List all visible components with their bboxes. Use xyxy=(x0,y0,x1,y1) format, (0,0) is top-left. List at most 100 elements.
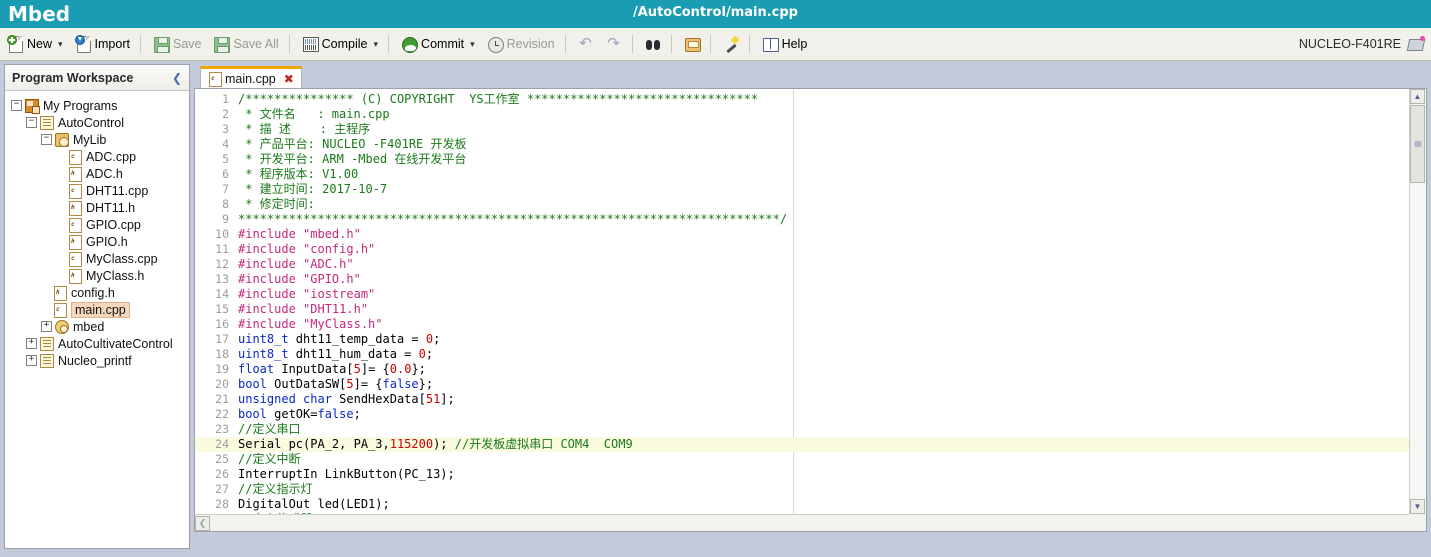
toolbar-separator xyxy=(670,35,672,53)
editor-area: c main.cpp ✖ 1 /*************** (C) COPYR… xyxy=(194,64,1427,549)
scroll-left-button[interactable]: ❮ xyxy=(195,516,210,531)
chevron-left-icon[interactable]: ❮ xyxy=(172,71,182,85)
code-token: ; xyxy=(433,332,441,346)
expand-icon[interactable]: + xyxy=(41,321,52,332)
code-line[interactable]: 15 #include "DHT11.h" xyxy=(195,302,1409,317)
collapse-icon[interactable]: − xyxy=(11,100,22,111)
code-line[interactable]: 1 /*************** (C) COPYRIGHT YS工作室 **… xyxy=(195,92,1409,107)
redo-icon: ↷ xyxy=(607,35,620,52)
new-button[interactable]: New ▾ xyxy=(2,31,68,57)
compile-button[interactable]: Compile ▾ xyxy=(297,31,383,57)
import-button[interactable]: Import xyxy=(70,31,135,57)
code-line[interactable]: 24 Serial pc(PA_2, PA_3,115200); //开发板虚拟串… xyxy=(195,437,1409,452)
revision-button[interactable]: Revision xyxy=(482,31,560,57)
code-token: 51 xyxy=(425,392,441,406)
scroll-up-button[interactable]: ▲ xyxy=(1410,89,1425,104)
code-line[interactable]: 20 bool OutDataSW[5]= {false}; xyxy=(195,377,1409,392)
code-token: * 文件名 : main.cpp xyxy=(238,107,390,121)
horizontal-scrollbar[interactable]: ❮ xyxy=(195,514,1409,531)
code-line[interactable]: 3 * 描 述 : 主程序 xyxy=(195,122,1409,137)
help-button[interactable]: Help xyxy=(757,31,813,57)
tree-item-gpio-h[interactable]: h GPIO.h xyxy=(11,233,189,250)
chevron-down-icon[interactable]: ▾ xyxy=(58,39,63,49)
format-button[interactable] xyxy=(679,31,705,57)
code-line[interactable]: 13 #include "GPIO.h" xyxy=(195,272,1409,287)
code-editor-pane[interactable]: 1 /*************** (C) COPYRIGHT YS工作室 **… xyxy=(194,88,1427,532)
code-token: InputData[ xyxy=(274,362,354,376)
undo-button[interactable]: ↶ xyxy=(573,31,599,57)
line-number: 18 xyxy=(215,347,229,361)
code-line[interactable]: 12 #include "ADC.h" xyxy=(195,257,1409,272)
code-token: 5 xyxy=(353,362,361,376)
code-line[interactable]: 2 * 文件名 : main.cpp xyxy=(195,107,1409,122)
code-line[interactable]: 11 #include "config.h" xyxy=(195,242,1409,257)
project-icon xyxy=(40,336,54,351)
code-line[interactable]: 19 float InputData[5]= {0.0}; xyxy=(195,362,1409,377)
save-all-button[interactable]: Save All xyxy=(208,31,283,57)
code-token: uint8_t xyxy=(238,332,289,346)
tree-item-myclass-cpp[interactable]: c MyClass.cpp xyxy=(11,250,189,267)
code-line[interactable]: 23 //定义串口 xyxy=(195,422,1409,437)
code-line[interactable]: 9 ***************************************… xyxy=(195,212,1409,227)
tree-item-autocontrol[interactable]: − AutoControl xyxy=(11,114,189,131)
scroll-down-button[interactable]: ▼ xyxy=(1410,499,1425,514)
collapse-icon[interactable]: − xyxy=(41,134,52,145)
collapse-icon[interactable]: − xyxy=(26,117,37,128)
tree-item-dht11-h[interactable]: h DHT11.h xyxy=(11,199,189,216)
code-line[interactable]: 4 * 产品平台: NUCLEO -F401RE 开发板 xyxy=(195,137,1409,152)
tree-item-config-h[interactable]: h config.h xyxy=(11,284,189,301)
code-line[interactable]: 25 //定义中断 xyxy=(195,452,1409,467)
fix-button[interactable] xyxy=(718,31,744,57)
undo-icon: ↶ xyxy=(579,35,592,52)
code-line[interactable]: 5 * 开发平台: ARM -Mbed 在线开发平台 xyxy=(195,152,1409,167)
code-line[interactable]: 16 #include "MyClass.h" xyxy=(195,317,1409,332)
vertical-scrollbar[interactable]: ▲ ▼ xyxy=(1409,89,1426,514)
code-line[interactable]: 17 uint8_t dht11_temp_data = 0; xyxy=(195,332,1409,347)
vertical-scroll-thumb[interactable] xyxy=(1410,105,1425,183)
code-line[interactable]: 8 * 修定时间: xyxy=(195,197,1409,212)
code-line[interactable]: 6 * 程序版本: V1.00 xyxy=(195,167,1409,182)
code-token: * 程序版本: V1.00 xyxy=(238,167,359,181)
tree-item-nucleo-printf[interactable]: + Nucleo_printf xyxy=(11,352,189,369)
tree-item-label: MyClass.h xyxy=(86,268,145,283)
save-button[interactable]: Save xyxy=(148,31,207,57)
code-line[interactable]: 21 unsigned char SendHexData[51]; xyxy=(195,392,1409,407)
code-line[interactable]: 18 uint8_t dht11_hum_data = 0; xyxy=(195,347,1409,362)
code-token: Serial pc(PA_2, PA_3, xyxy=(238,437,390,451)
close-icon[interactable]: ✖ xyxy=(284,72,294,86)
find-button[interactable] xyxy=(640,31,666,57)
tree-item-mylib[interactable]: − MyLib xyxy=(11,131,189,148)
chevron-down-icon[interactable]: ▾ xyxy=(374,39,379,49)
tree-item-my-programs[interactable]: − My Programs xyxy=(11,97,189,114)
tab-main-cpp[interactable]: c main.cpp ✖ xyxy=(200,66,302,88)
expand-icon[interactable]: + xyxy=(26,355,37,366)
tree-item-gpio-cpp[interactable]: c GPIO.cpp xyxy=(11,216,189,233)
code-line[interactable]: 26 InterruptIn LinkButton(PC_13); xyxy=(195,467,1409,482)
redo-button[interactable]: ↷ xyxy=(601,31,627,57)
expand-icon[interactable]: + xyxy=(26,338,37,349)
code-line[interactable]: 22 bool getOK=false; xyxy=(195,407,1409,422)
code-token: //定义中断 xyxy=(238,452,301,466)
tree-item-dht11-cpp[interactable]: c DHT11.cpp xyxy=(11,182,189,199)
tree-item-mbed[interactable]: + mbed xyxy=(11,318,189,335)
document-path: /AutoControl/main.cpp xyxy=(633,5,798,20)
code-line[interactable]: 14 #include "iostream" xyxy=(195,287,1409,302)
tree-item-main-cpp[interactable]: c main.cpp xyxy=(11,301,189,318)
code-line[interactable]: 27 //定义指示灯 xyxy=(195,482,1409,497)
new-file-icon xyxy=(7,35,23,53)
source-code[interactable]: 1 /*************** (C) COPYRIGHT YS工作室 **… xyxy=(195,92,1409,514)
tree-item-myclass-h[interactable]: h MyClass.h xyxy=(11,267,189,284)
tree-item-adc-h[interactable]: h ADC.h xyxy=(11,165,189,182)
target-platform-selector[interactable]: NUCLEO-F401RE xyxy=(1299,30,1425,58)
tree-item-adc-cpp[interactable]: c ADC.cpp xyxy=(11,148,189,165)
code-line[interactable]: 10 #include "mbed.h" xyxy=(195,227,1409,242)
code-line[interactable]: 28 DigitalOut led(LED1); xyxy=(195,497,1409,512)
chevron-down-icon[interactable]: ▾ xyxy=(470,39,475,49)
tree-item-autocultivatecontrol[interactable]: + AutoCultivateControl xyxy=(11,335,189,352)
toolbar-separator xyxy=(709,35,711,53)
code-token: DigitalOut led(LED1); xyxy=(238,497,390,511)
commit-button[interactable]: Commit ▾ xyxy=(396,31,480,57)
code-line[interactable]: 7 * 建立时间: 2017-10-7 xyxy=(195,182,1409,197)
